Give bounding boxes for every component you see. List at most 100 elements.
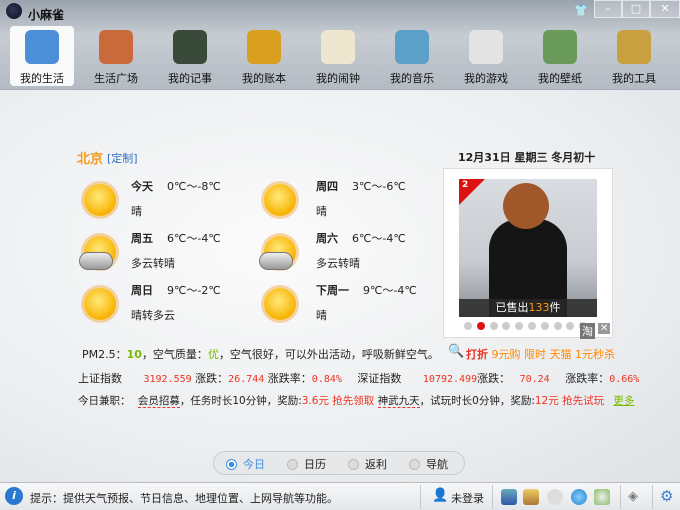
product-close-button[interactable]: ✕	[598, 323, 611, 334]
forecast-temp: 0℃～-8℃	[167, 180, 221, 193]
job2-reward: 12元	[534, 395, 559, 407]
nav-item-3[interactable]: 我的账本	[232, 26, 296, 86]
forecast-temp: 9℃～-2℃	[167, 284, 221, 297]
carousel-dot[interactable]	[464, 322, 472, 330]
nav-item-6[interactable]: 我的游戏	[454, 26, 518, 86]
wallpaper-icon	[543, 30, 577, 64]
beach-icon[interactable]	[523, 489, 539, 505]
forecast-day-name: 周六	[316, 232, 338, 245]
tab-1[interactable]: 日历	[287, 456, 326, 472]
robot-icon[interactable]	[547, 489, 563, 505]
maximize-button[interactable]: □	[622, 0, 650, 18]
nav-item-1[interactable]: 生活广场	[84, 26, 148, 86]
forecast-desc: 晴	[316, 309, 327, 322]
promo-hot[interactable]: 打折	[466, 348, 488, 361]
forecast-desc: 多云转晴	[316, 257, 360, 270]
clock-icon	[321, 30, 355, 64]
pm-label: PM2.5：	[82, 348, 127, 361]
nav-item-4[interactable]: 我的闹钟	[306, 26, 370, 86]
radio-icon	[226, 459, 237, 470]
forecast-desc: 晴	[131, 205, 142, 218]
forecast-temp: 6℃～-4℃	[167, 232, 221, 245]
nav-item-2[interactable]: 我的记事	[158, 26, 222, 86]
compass-icon[interactable]: ◈	[628, 489, 638, 504]
nav-item-8[interactable]: 我的工具	[602, 26, 666, 86]
radio-icon	[409, 459, 420, 470]
product-card[interactable]: 2 已售出133件	[443, 168, 613, 338]
nav-label: 我的生活	[20, 72, 64, 85]
rank-number: 2	[462, 180, 469, 190]
nav-item-0[interactable]: 我的生活	[10, 26, 74, 86]
sunny-icon	[84, 288, 116, 320]
sunny-icon	[264, 288, 296, 320]
jobs-row: 今日兼职： 会员招募，任务时长10分钟，奖励:3.6元 抢先领取 神武九天，试玩…	[78, 393, 634, 408]
nav-label: 我的记事	[168, 72, 212, 85]
sunny-icon	[84, 184, 116, 216]
carousel-dot[interactable]	[540, 322, 549, 330]
city-name: 北京	[77, 152, 104, 167]
job1-name[interactable]: 会员招募	[137, 395, 180, 408]
house-icon	[25, 30, 59, 64]
job1-action-link[interactable]: 抢先领取	[332, 395, 374, 407]
promo-items[interactable]: 9元购 限时 天猫 1元秒杀	[492, 348, 616, 361]
sh-rate-label: 涨跌率：	[267, 372, 312, 385]
sunny-icon	[264, 184, 296, 216]
title-toolbar: 小麻雀 👕 – □ ✕ 我的生活 生活广场 我的记事 我的账本 我的闹钟 我的音乐 我的游戏…	[0, 0, 680, 90]
close-button[interactable]: ✕	[650, 0, 680, 18]
stock-row: 上证指数 3192.559 涨跌：26.744 涨跌率：0.84% 深证指数 1…	[78, 370, 639, 386]
app-title: 小麻雀	[28, 8, 65, 22]
tab-label: 日历	[304, 458, 326, 471]
tab-0[interactable]: 今日	[226, 456, 265, 472]
sh-change: 26.744	[228, 374, 265, 385]
search-icon[interactable]: 🔍	[448, 344, 464, 359]
radio-icon	[348, 459, 359, 470]
forecast-day-name: 今天	[131, 180, 153, 193]
status-bar: i 提示：提供天气预报、节日信息、地理位置、上网导航等功能。 👤 未登录 ◈ ⚙	[0, 482, 680, 510]
globe-icon[interactable]	[571, 489, 587, 505]
carousel-dot[interactable]	[553, 322, 562, 330]
sh-change-label: 涨跌：	[195, 372, 229, 385]
nav-label: 我的账本	[242, 72, 286, 85]
nav-label: 我的壁纸	[538, 72, 582, 85]
job2-action-link[interactable]: 抢先试玩	[562, 395, 604, 407]
tab-label: 返利	[365, 458, 387, 471]
search-map-icon[interactable]	[594, 489, 610, 505]
city-icon[interactable]	[501, 489, 517, 505]
sold-count: 已售出133件	[459, 299, 597, 317]
tab-3[interactable]: 导航	[409, 456, 448, 472]
forecast-desc: 晴转多云	[131, 309, 175, 322]
more-jobs-link[interactable]: 更多	[613, 395, 634, 407]
cloud-icon	[259, 252, 293, 270]
carousel-dot[interactable]	[489, 322, 498, 330]
music-icon	[395, 30, 429, 64]
nav-item-7[interactable]: 我的壁纸	[528, 26, 592, 86]
radio-icon	[287, 459, 298, 470]
user-icon[interactable]: 👤	[432, 488, 448, 503]
tab-2[interactable]: 返利	[348, 456, 387, 472]
login-status[interactable]: 未登录	[451, 490, 484, 506]
job2-name[interactable]: 神武九天	[377, 395, 420, 408]
nav-label: 我的闹钟	[316, 72, 360, 85]
product-head	[503, 183, 549, 229]
forecast-day-name: 周日	[131, 284, 153, 297]
nav-item-5[interactable]: 我的音乐	[380, 26, 444, 86]
sh-value: 3192.559	[143, 374, 192, 385]
toolbox-icon	[617, 30, 651, 64]
product-image[interactable]: 2 已售出133件	[459, 179, 597, 317]
carousel-dot[interactable]	[476, 322, 485, 330]
sz-rate-label: 涨跌率：	[565, 372, 610, 385]
nav-label: 我的工具	[612, 72, 656, 85]
skin-shirt-icon[interactable]: 👕	[574, 4, 588, 17]
info-icon: i	[5, 487, 23, 505]
cottage-icon	[99, 30, 133, 64]
forecast-desc: 多云转晴	[131, 257, 175, 270]
sh-rate: 0.84%	[311, 374, 342, 385]
taobao-button[interactable]: 淘	[580, 323, 595, 339]
nav-label: 我的音乐	[390, 72, 434, 85]
sz-change-label: 涨跌：	[477, 372, 511, 385]
settings-gear-icon[interactable]: ⚙	[660, 487, 673, 505]
customize-link[interactable]: [定制]	[107, 150, 138, 166]
minimize-button[interactable]: –	[594, 0, 622, 18]
promo-links[interactable]: 打折 9元购 限时 天猫 1元秒杀	[466, 346, 615, 362]
carousel-dot[interactable]	[528, 322, 536, 330]
